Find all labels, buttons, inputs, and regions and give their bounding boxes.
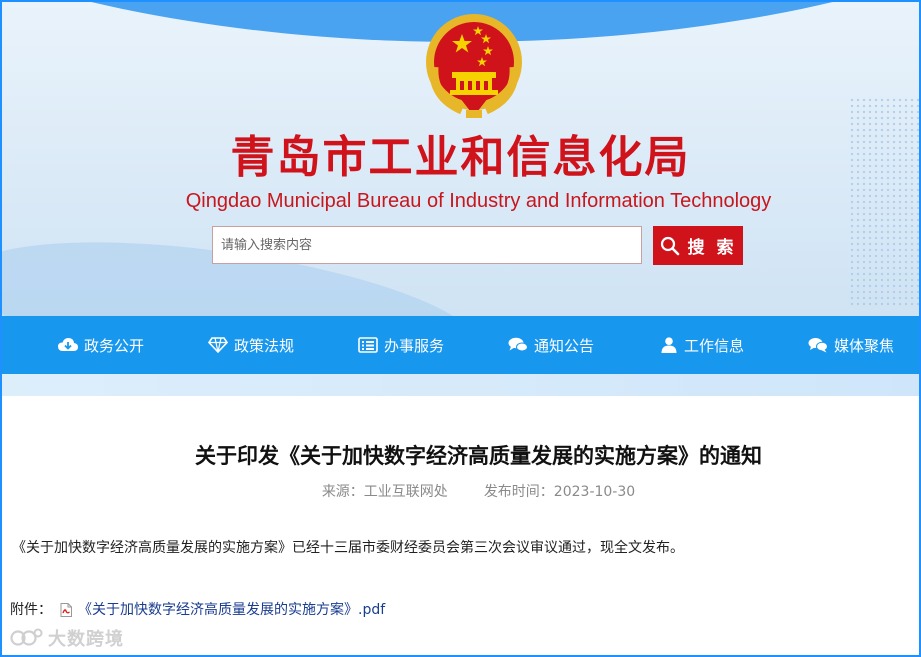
main-nav: 政务公开 政策法规 办事服务 通知公告 工作信息 媒体聚焦 [2,316,919,374]
site-title-english: Qingdao Municipal Bureau of Industry and… [185,190,772,212]
list-icon [358,337,378,353]
watermark: 大数跨境 [10,625,124,651]
nav-label: 工作信息 [684,336,745,355]
attachment-pdf-link[interactable]: 《关于加快数字经济高质量发展的实施方案》.pdf [78,600,385,620]
nav-label: 办事服务 [384,336,445,355]
browser-frame: 青岛市工业和信息化局 Qingdao Municipal Bureau of I… [0,0,921,657]
article-body: 《关于加快数字经济高质量发展的实施方案》已经十三届市委财经委员会第三次会议审议通… [12,540,684,556]
nav-item-media[interactable]: 媒体聚焦 [808,316,894,374]
diamond-icon [208,337,228,353]
nav-label: 政务公开 [84,336,145,355]
watermark-text: 大数跨境 [48,629,124,650]
search-button[interactable]: 搜 索 [653,226,743,265]
search-button-label: 搜 索 [687,238,737,258]
site-title-chinese: 青岛市工业和信息化局 [230,132,691,183]
attachment-row: 附件： 《关于加快数字经济高质量发展的实施方案》.pdf [10,600,385,620]
article-meta: 来源：工业互联网处 发布时间：2023-10-30 [2,482,919,502]
nav-item-work-info[interactable]: 工作信息 [660,316,744,374]
pdf-file-icon [60,603,72,617]
search-input[interactable] [212,226,642,264]
cloud-download-icon [58,338,78,351]
search-icon [660,236,679,255]
user-icon [661,337,677,353]
nav-item-notices[interactable]: 通知公告 [508,316,594,374]
nav-item-policies[interactable]: 政策法规 [208,316,294,374]
nav-shadow-strip [2,374,919,396]
article-title: 关于印发《关于加快数字经济高质量发展的实施方案》的通知 [195,444,762,468]
attachment-label: 附件： [10,602,52,618]
article-date: 发布时间：2023-10-30 [483,484,636,500]
site-header: 青岛市工业和信息化局 Qingdao Municipal Bureau of I… [2,2,919,318]
nav-label: 政策法规 [234,336,295,355]
nav-label: 通知公告 [534,336,595,355]
chat-bubbles-icon [808,338,828,353]
nav-item-services[interactable]: 办事服务 [358,316,444,374]
nav-label: 媒体聚焦 [834,336,895,355]
nav-item-gov-affairs[interactable]: 政务公开 [58,316,144,374]
article-source: 来源：工业互联网处 [321,484,448,500]
watermark-logo-icon [10,628,43,646]
comments-icon [508,337,528,352]
national-emblem-icon [422,12,526,120]
